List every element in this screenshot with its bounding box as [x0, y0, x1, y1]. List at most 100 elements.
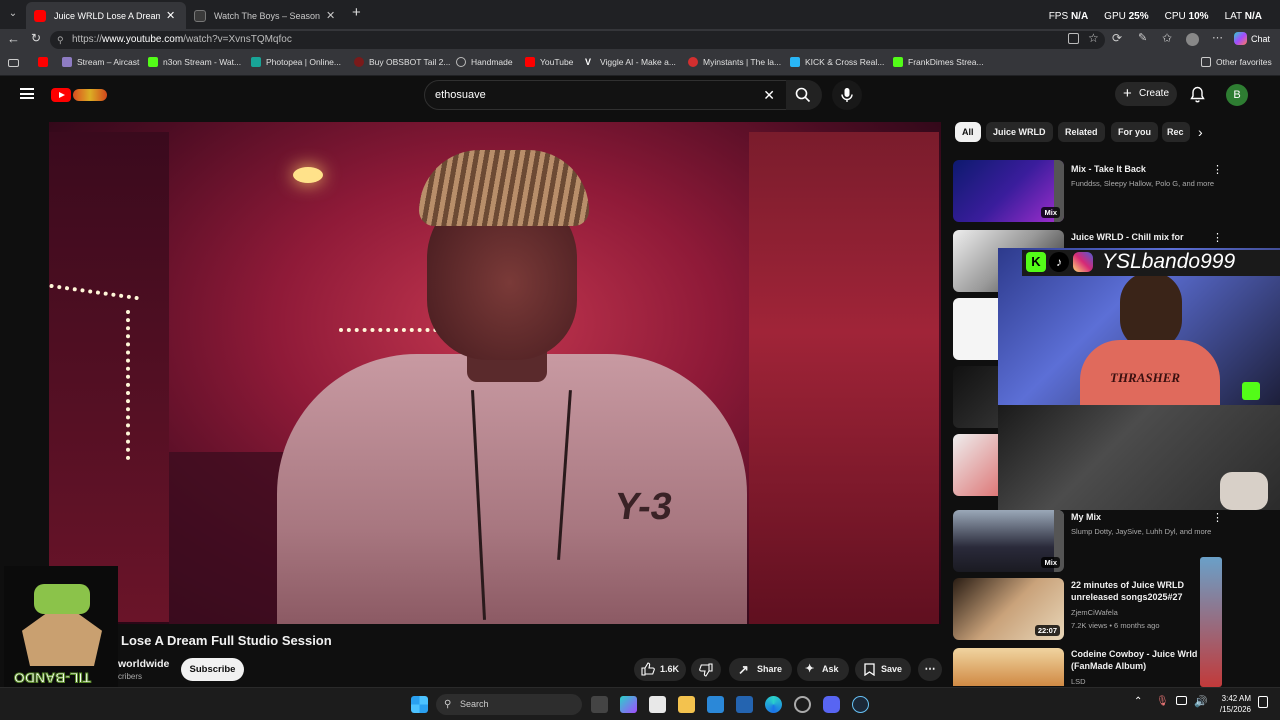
ask-button[interactable]: ✦ Ask	[797, 658, 849, 681]
rec-title[interactable]: Codeine Cowboy - Juice Wrld (FanMade Alb…	[1071, 648, 1201, 672]
bookmark-label: Myinstants | The la...	[703, 57, 782, 67]
bookmark-item[interactable]: FrankDimes Strea...	[893, 57, 984, 67]
clear-search-icon[interactable]: ✕	[763, 81, 775, 109]
profile-icon[interactable]	[1186, 33, 1199, 46]
dislike-button[interactable]	[691, 658, 721, 681]
favorites-icon[interactable]: ✩	[1162, 31, 1172, 45]
copilot-icon[interactable]	[620, 696, 637, 713]
reload-icon[interactable]: ↻	[31, 31, 41, 45]
save-button[interactable]: Save	[855, 658, 911, 681]
kick-social-icon: K	[1026, 252, 1046, 272]
mix-badge: Mix	[1041, 557, 1060, 568]
chip-juice-wrld[interactable]: Juice WRLD	[986, 122, 1053, 142]
bookmark-item[interactable]: Handmade	[456, 57, 513, 67]
rec-thumbnail[interactable]	[953, 648, 1064, 686]
video-player[interactable]: Y-3	[49, 122, 941, 624]
more-actions-button[interactable]: ⋯	[918, 658, 942, 681]
taskbar-clock[interactable]: 3:42 AM /15/2026	[1215, 693, 1251, 715]
bookmark-favicon-icon	[62, 57, 72, 67]
tray-chevron-icon[interactable]: ⌃	[1134, 696, 1142, 707]
more-menu-icon[interactable]: ⋯	[1212, 31, 1223, 44]
steam-icon[interactable]	[852, 696, 869, 713]
performance-overlay: FPS N/A GPU 25% CPU 10% LAT N/A	[1049, 11, 1262, 22]
bookmark-item[interactable]: YouTube	[525, 57, 573, 67]
site-info-icon[interactable]: ⚲	[57, 31, 64, 49]
extension-icon[interactable]: ✎	[1138, 31, 1147, 44]
search-input[interactable]: ethosuave ✕	[424, 80, 790, 110]
notifications-tray-icon[interactable]	[1258, 696, 1268, 708]
rec-channel[interactable]: ZjemCiWafela	[1071, 606, 1221, 619]
back-icon[interactable]: ←	[7, 31, 20, 46]
bookmark-item[interactable]: Myinstants | The la...	[688, 57, 781, 67]
rec-thumbnail[interactable]: Mix	[953, 510, 1064, 572]
search-button[interactable]	[786, 80, 822, 110]
store-icon[interactable]	[649, 696, 666, 713]
tab-list-chevron-icon[interactable]: ⌄	[6, 8, 20, 22]
microphone-icon	[841, 88, 853, 102]
notifications-bell-icon[interactable]	[1190, 86, 1205, 108]
youtube-favicon-icon	[34, 9, 46, 22]
rec-title[interactable]: My Mix	[1071, 511, 1201, 523]
chip-for-you[interactable]: For you	[1111, 122, 1158, 142]
voice-search-button[interactable]	[832, 80, 862, 110]
close-tab-icon[interactable]: ✕	[166, 9, 175, 22]
reading-list-icon[interactable]	[8, 59, 19, 67]
subscribe-button[interactable]: Subscribe	[181, 658, 244, 681]
copilot-chat-button[interactable]: Chat	[1234, 32, 1270, 45]
account-avatar[interactable]: B	[1226, 84, 1248, 106]
chip-rec[interactable]: Rec	[1162, 122, 1190, 142]
rec-more-icon[interactable]: ⋮	[1212, 511, 1223, 524]
taskbar-search[interactable]: ⚲ Search	[436, 694, 582, 715]
chip-all[interactable]: All	[955, 122, 981, 142]
rec-more-icon[interactable]: ⋮	[1212, 231, 1223, 244]
tab-the-boys[interactable]: Watch The Boys – Season 2 | Prim ✕	[186, 2, 346, 29]
mail-icon[interactable]	[736, 696, 753, 713]
share-button[interactable]: ↗ Share	[729, 658, 792, 681]
rec-more-icon[interactable]: ⋮	[1212, 163, 1223, 176]
other-favorites[interactable]: Other favorites	[1201, 57, 1272, 67]
new-tab-icon[interactable]: +	[352, 4, 361, 21]
favorite-star-icon[interactable]: ☆	[1088, 31, 1099, 45]
bookmark-item[interactable]: Buy OBSBOT Tail 2...	[354, 57, 450, 67]
prime-favicon-icon	[194, 9, 206, 22]
rec-thumbnail[interactable]: Mix	[953, 160, 1064, 222]
rec-thumbnail[interactable]: 22:07	[953, 578, 1064, 640]
bookmark-item[interactable]: n3on Stream - Wat...	[148, 57, 241, 67]
bookmark-item[interactable]: V Viggle AI - Make a...	[585, 57, 676, 67]
bookmark-item[interactable]	[38, 57, 53, 67]
volume-tray-icon[interactable]: 🔊	[1194, 695, 1208, 708]
open-in-app-icon[interactable]	[1068, 33, 1079, 44]
extensions-refresh-icon[interactable]: ⟳	[1112, 31, 1122, 45]
edge-icon[interactable]	[765, 696, 782, 713]
rec-title[interactable]: Juice WRLD - Chill mix for	[1071, 231, 1201, 243]
close-tab-icon[interactable]: ✕	[326, 9, 335, 22]
chips-next-chevron-icon[interactable]: ›	[1198, 124, 1203, 140]
like-button[interactable]: 1.6K	[634, 658, 686, 681]
hamburger-menu-icon[interactable]	[20, 88, 34, 99]
tab-juice-wrld[interactable]: Juice WRLD Lose A Dream Fu ✕	[26, 2, 186, 29]
windows-start-icon[interactable]	[411, 696, 428, 713]
rec-title[interactable]: 22 minutes of Juice WRLD unreleased song…	[1071, 579, 1201, 603]
taskbar-search-placeholder: Search	[460, 699, 489, 709]
settings-gear-icon[interactable]	[794, 696, 811, 713]
channel-name[interactable]: worldwide	[118, 658, 169, 670]
task-view-icon[interactable]	[591, 696, 608, 713]
photos-icon[interactable]	[707, 696, 724, 713]
create-button[interactable]: + Create	[1115, 82, 1177, 106]
bookmark-item[interactable]: Photopea | Online...	[251, 57, 341, 67]
url-field[interactable]: ⚲ https://www.youtube.com/watch?v=XvnsTQ…	[50, 31, 1105, 49]
file-explorer-icon[interactable]	[678, 696, 695, 713]
instagram-icon	[1073, 252, 1093, 272]
bookmark-label: Photopea | Online...	[266, 57, 341, 67]
like-count: 1.6K	[660, 664, 680, 674]
bookmark-item[interactable]: Stream – Aircast	[62, 57, 139, 67]
create-label: Create	[1139, 88, 1170, 99]
youtube-logo[interactable]	[51, 87, 111, 103]
bookmark-item[interactable]: KICK & Cross Real...	[790, 57, 884, 67]
discord-icon[interactable]	[823, 696, 840, 713]
bookmarks-bar: Stream – Aircast n3on Stream - Wat... Ph…	[0, 51, 1280, 76]
rec-title[interactable]: Mix - Take It Back	[1071, 163, 1201, 175]
chip-related[interactable]: Related	[1058, 122, 1105, 142]
microphone-tray-icon[interactable]: 🎙	[1156, 696, 1169, 707]
network-tray-icon[interactable]	[1176, 696, 1187, 705]
